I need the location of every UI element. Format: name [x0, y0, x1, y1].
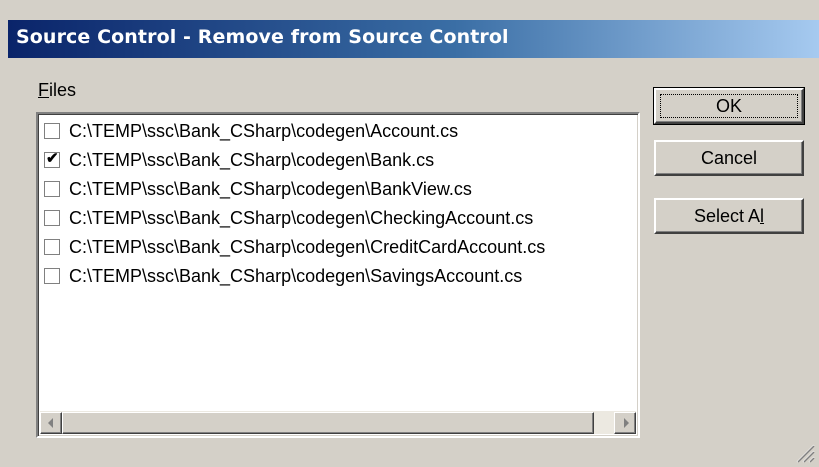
file-list-item[interactable]: C:\TEMP\ssc\Bank_CSharp\codegen\CreditCa… [42, 234, 638, 262]
scroll-left-arrow-icon [48, 418, 53, 428]
resize-grip-icon[interactable] [793, 441, 815, 463]
select-all-accelerator: l [760, 206, 765, 226]
file-checkbox[interactable] [44, 123, 60, 139]
file-path: C:\TEMP\ssc\Bank_CSharp\codegen\Checking… [69, 208, 534, 228]
scroll-right-button[interactable] [614, 412, 636, 434]
files-listbox[interactable]: C:\TEMP\ssc\Bank_CSharp\codegen\Account.… [36, 112, 640, 438]
files-label-text: iles [49, 80, 77, 100]
horizontal-scrollbar[interactable] [40, 411, 636, 434]
scroll-right-arrow-icon [624, 418, 629, 428]
file-list-item[interactable]: C:\TEMP\ssc\Bank_CSharp\codegen\BankView… [42, 176, 638, 204]
file-list-item[interactable]: C:\TEMP\ssc\Bank_CSharp\codegen\Checking… [42, 205, 638, 233]
file-list-item[interactable]: C:\TEMP\ssc\Bank_CSharp\codegen\Account.… [42, 118, 638, 146]
file-list-item[interactable]: ✔ C:\TEMP\ssc\Bank_CSharp\codegen\Bank.c… [42, 147, 638, 175]
file-checkbox[interactable]: ✔ [44, 150, 60, 168]
file-list-item[interactable]: C:\TEMP\ssc\Bank_CSharp\codegen\SavingsA… [42, 263, 638, 291]
scroll-left-button[interactable] [40, 412, 62, 434]
file-path: C:\TEMP\ssc\Bank_CSharp\codegen\Bank.cs [69, 150, 435, 170]
title-bar[interactable]: Source Control - Remove from Source Cont… [8, 20, 819, 58]
files-label-accelerator: F [38, 80, 49, 100]
file-path: C:\TEMP\ssc\Bank_CSharp\codegen\BankView… [69, 179, 472, 199]
file-checkbox[interactable] [44, 181, 60, 197]
files-label: Files [38, 80, 76, 101]
checkmark-icon: ✔ [46, 150, 59, 167]
file-path: C:\TEMP\ssc\Bank_CSharp\codegen\CreditCa… [69, 237, 546, 257]
select-all-button-label: Select Al [694, 206, 764, 226]
ok-button[interactable]: OK [653, 87, 805, 125]
scrollbar-thumb[interactable] [62, 412, 594, 434]
file-checkbox[interactable] [44, 268, 60, 284]
file-path: C:\TEMP\ssc\Bank_CSharp\codegen\Account.… [69, 121, 459, 141]
cancel-button-label: Cancel [700, 148, 758, 168]
select-all-text-start: Select A [693, 206, 761, 226]
select-all-button[interactable]: Select Al [654, 198, 804, 234]
cancel-button[interactable]: Cancel [654, 140, 804, 176]
remove-from-source-control-dialog: Source Control - Remove from Source Cont… [0, 0, 819, 467]
file-path: C:\TEMP\ssc\Bank_CSharp\codegen\SavingsA… [69, 266, 523, 286]
file-checkbox[interactable] [44, 239, 60, 255]
file-checkbox[interactable] [44, 210, 60, 226]
ok-button-label: OK [715, 96, 742, 116]
window-title: Source Control - Remove from Source Cont… [16, 26, 509, 48]
